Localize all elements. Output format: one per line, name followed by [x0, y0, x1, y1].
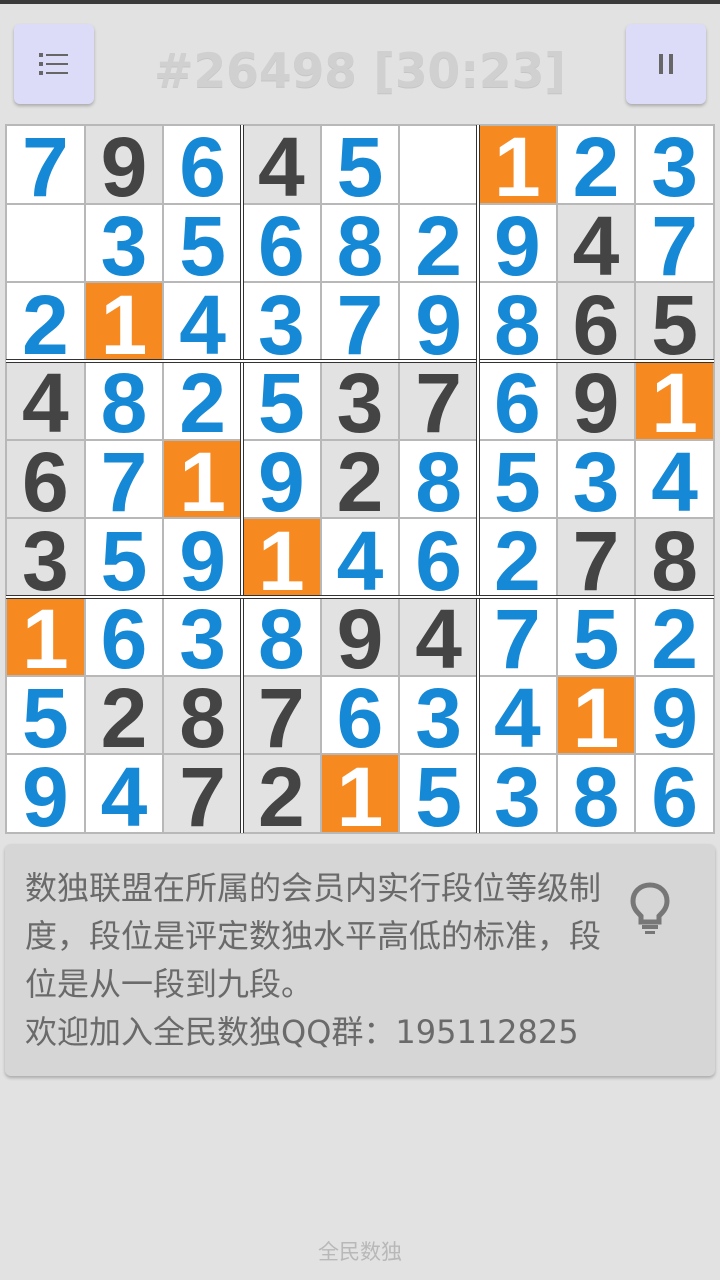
sudoku-cell-r2-c2[interactable]: 3 [84, 203, 164, 288]
sudoku-cell-r5-c3[interactable]: 1 [163, 439, 242, 524]
sudoku-cell-r5-c1[interactable]: 6 [6, 439, 85, 524]
sudoku-cell-r9-c4[interactable]: 2 [242, 754, 321, 838]
sudoku-cell-r5-c4[interactable]: 9 [242, 439, 321, 524]
sudoku-cell-r1-c7[interactable]: 1 [478, 125, 557, 209]
sudoku-cell-r6-c7[interactable]: 2 [478, 518, 557, 602]
list-icon [39, 53, 68, 75]
sudoku-cell-r3-c1[interactable]: 2 [6, 282, 85, 366]
sudoku-cell-r8-c4[interactable]: 7 [242, 675, 321, 760]
sudoku-cell-r8-c5[interactable]: 6 [320, 675, 400, 760]
sudoku-cell-r1-c8[interactable]: 2 [556, 125, 636, 209]
sudoku-cell-r2-c9[interactable]: 7 [635, 203, 714, 288]
sudoku-cell-r9-c8[interactable]: 8 [556, 754, 636, 838]
sudoku-cell-r1-c9[interactable]: 3 [635, 125, 714, 209]
sudoku-cell-r2-c1[interactable] [6, 203, 85, 283]
sudoku-cell-r3-c9[interactable]: 5 [635, 282, 714, 366]
sudoku-cell-r3-c4[interactable]: 3 [242, 282, 321, 366]
sudoku-cell-r4-c2[interactable]: 8 [84, 361, 164, 445]
sudoku-cell-r7-c9[interactable]: 2 [635, 597, 714, 681]
box-divider-vertical [476, 125, 480, 833]
sudoku-cell-r2-c8[interactable]: 4 [556, 203, 636, 288]
status-bar [0, 0, 720, 4]
sudoku-cell-r1-c1[interactable]: 7 [6, 125, 85, 209]
sudoku-cell-r4-c8[interactable]: 9 [556, 361, 636, 445]
sudoku-cell-r9-c2[interactable]: 4 [84, 754, 164, 838]
sudoku-cell-r9-c9[interactable]: 6 [635, 754, 714, 838]
sudoku-cell-r2-c7[interactable]: 9 [478, 203, 557, 288]
sudoku-cell-r8-c3[interactable]: 8 [163, 675, 242, 760]
sudoku-cell-r8-c2[interactable]: 2 [84, 675, 164, 760]
sudoku-cell-r5-c2[interactable]: 7 [84, 439, 164, 524]
pause-icon [659, 54, 673, 74]
sudoku-cell-r4-c4[interactable]: 5 [242, 361, 321, 445]
footer-app-name: 全民数独 [318, 1240, 402, 1264]
sudoku-cell-r6-c3[interactable]: 9 [163, 518, 242, 602]
sudoku-cell-r7-c4[interactable]: 8 [242, 597, 321, 681]
sudoku-cell-r9-c5[interactable]: 1 [320, 754, 400, 838]
sudoku-cell-r9-c1[interactable]: 9 [6, 754, 85, 838]
sudoku-cell-r3-c2[interactable]: 1 [84, 282, 164, 366]
sudoku-cell-r6-c2[interactable]: 5 [84, 518, 164, 602]
sudoku-cell-r2-c6[interactable]: 2 [399, 203, 478, 288]
menu-button[interactable] [14, 24, 94, 104]
sudoku-cell-r5-c5[interactable]: 2 [320, 439, 400, 524]
sudoku-cell-r8-c9[interactable]: 9 [635, 675, 714, 760]
tip-card: 数独联盟在所属的会员内实行段位等级制度，段位是评定数独水平高低的标准，段位是从一… [5, 844, 715, 1076]
puzzle-title: #26498 [30:23] [154, 44, 566, 99]
sudoku-cell-r7-c8[interactable]: 5 [556, 597, 636, 681]
pause-button[interactable] [626, 24, 706, 104]
sudoku-cell-r2-c4[interactable]: 6 [242, 203, 321, 288]
sudoku-cell-r1-c6[interactable] [399, 125, 478, 204]
sudoku-cell-r8-c1[interactable]: 5 [6, 675, 85, 760]
sudoku-cell-r4-c6[interactable]: 7 [399, 361, 478, 445]
sudoku-cell-r8-c7[interactable]: 4 [478, 675, 557, 760]
sudoku-cell-r7-c6[interactable]: 4 [399, 597, 478, 681]
sudoku-cell-r6-c1[interactable]: 3 [6, 518, 85, 602]
sudoku-cell-r8-c8[interactable]: 1 [556, 675, 636, 760]
sudoku-board: 7964512335682947214379865482537691671928… [5, 124, 715, 838]
sudoku-cell-r4-c5[interactable]: 3 [320, 361, 400, 445]
sudoku-cell-r5-c7[interactable]: 5 [478, 439, 557, 524]
sudoku-cell-r6-c8[interactable]: 7 [556, 518, 636, 602]
sudoku-cell-r4-c9[interactable]: 1 [635, 361, 714, 445]
sudoku-cell-r6-c4[interactable]: 1 [242, 518, 321, 602]
sudoku-cell-r3-c5[interactable]: 7 [320, 282, 400, 366]
tip-text-block: 数独联盟在所属的会员内实行段位等级制度，段位是评定数独水平高低的标准，段位是从一… [25, 864, 615, 1056]
sudoku-cell-r2-c3[interactable]: 5 [163, 203, 242, 288]
sudoku-cell-r9-c3[interactable]: 7 [163, 754, 242, 838]
sudoku-cell-r3-c7[interactable]: 8 [478, 282, 557, 366]
sudoku-cell-r3-c3[interactable]: 4 [163, 282, 242, 366]
sudoku-cell-r3-c8[interactable]: 6 [556, 282, 636, 366]
sudoku-cell-r4-c7[interactable]: 6 [478, 361, 557, 445]
sudoku-cell-r6-c9[interactable]: 8 [635, 518, 714, 602]
sudoku-cell-r8-c6[interactable]: 3 [399, 675, 478, 760]
sudoku-cell-r6-c6[interactable]: 6 [399, 518, 478, 602]
lightbulb-icon[interactable] [630, 882, 670, 936]
sudoku-cell-r1-c5[interactable]: 5 [320, 125, 400, 209]
sudoku-cell-r1-c4[interactable]: 4 [242, 125, 321, 209]
sudoku-cell-r7-c1[interactable]: 1 [6, 597, 85, 681]
sudoku-cell-r7-c3[interactable]: 3 [163, 597, 242, 681]
sudoku-cell-r9-c7[interactable]: 3 [478, 754, 557, 838]
qq-group-text: 欢迎加入全民数独QQ群：195112825 [25, 1013, 579, 1051]
sudoku-cell-r9-c6[interactable]: 5 [399, 754, 478, 838]
sudoku-cell-r4-c3[interactable]: 2 [163, 361, 242, 445]
box-divider-vertical [240, 125, 244, 833]
sudoku-cell-r5-c6[interactable]: 8 [399, 439, 478, 524]
sudoku-cell-r7-c5[interactable]: 9 [320, 597, 400, 681]
box-divider-horizontal [6, 359, 714, 363]
sudoku-cell-r5-c9[interactable]: 4 [635, 439, 714, 524]
sudoku-cell-r2-c5[interactable]: 8 [320, 203, 400, 288]
sudoku-cell-r3-c6[interactable]: 9 [399, 282, 478, 366]
sudoku-cell-r7-c2[interactable]: 6 [84, 597, 164, 681]
sudoku-cell-r7-c7[interactable]: 7 [478, 597, 557, 681]
sudoku-cell-r5-c8[interactable]: 3 [556, 439, 636, 524]
sudoku-cell-r6-c5[interactable]: 4 [320, 518, 400, 602]
box-divider-horizontal [6, 595, 714, 599]
sudoku-cell-r4-c1[interactable]: 4 [6, 361, 85, 445]
sudoku-cell-r1-c3[interactable]: 6 [163, 125, 242, 209]
sudoku-cell-r1-c2[interactable]: 9 [84, 125, 164, 209]
tip-text: 数独联盟在所属的会员内实行段位等级制度，段位是评定数独水平高低的标准，段位是从一… [25, 869, 602, 1003]
